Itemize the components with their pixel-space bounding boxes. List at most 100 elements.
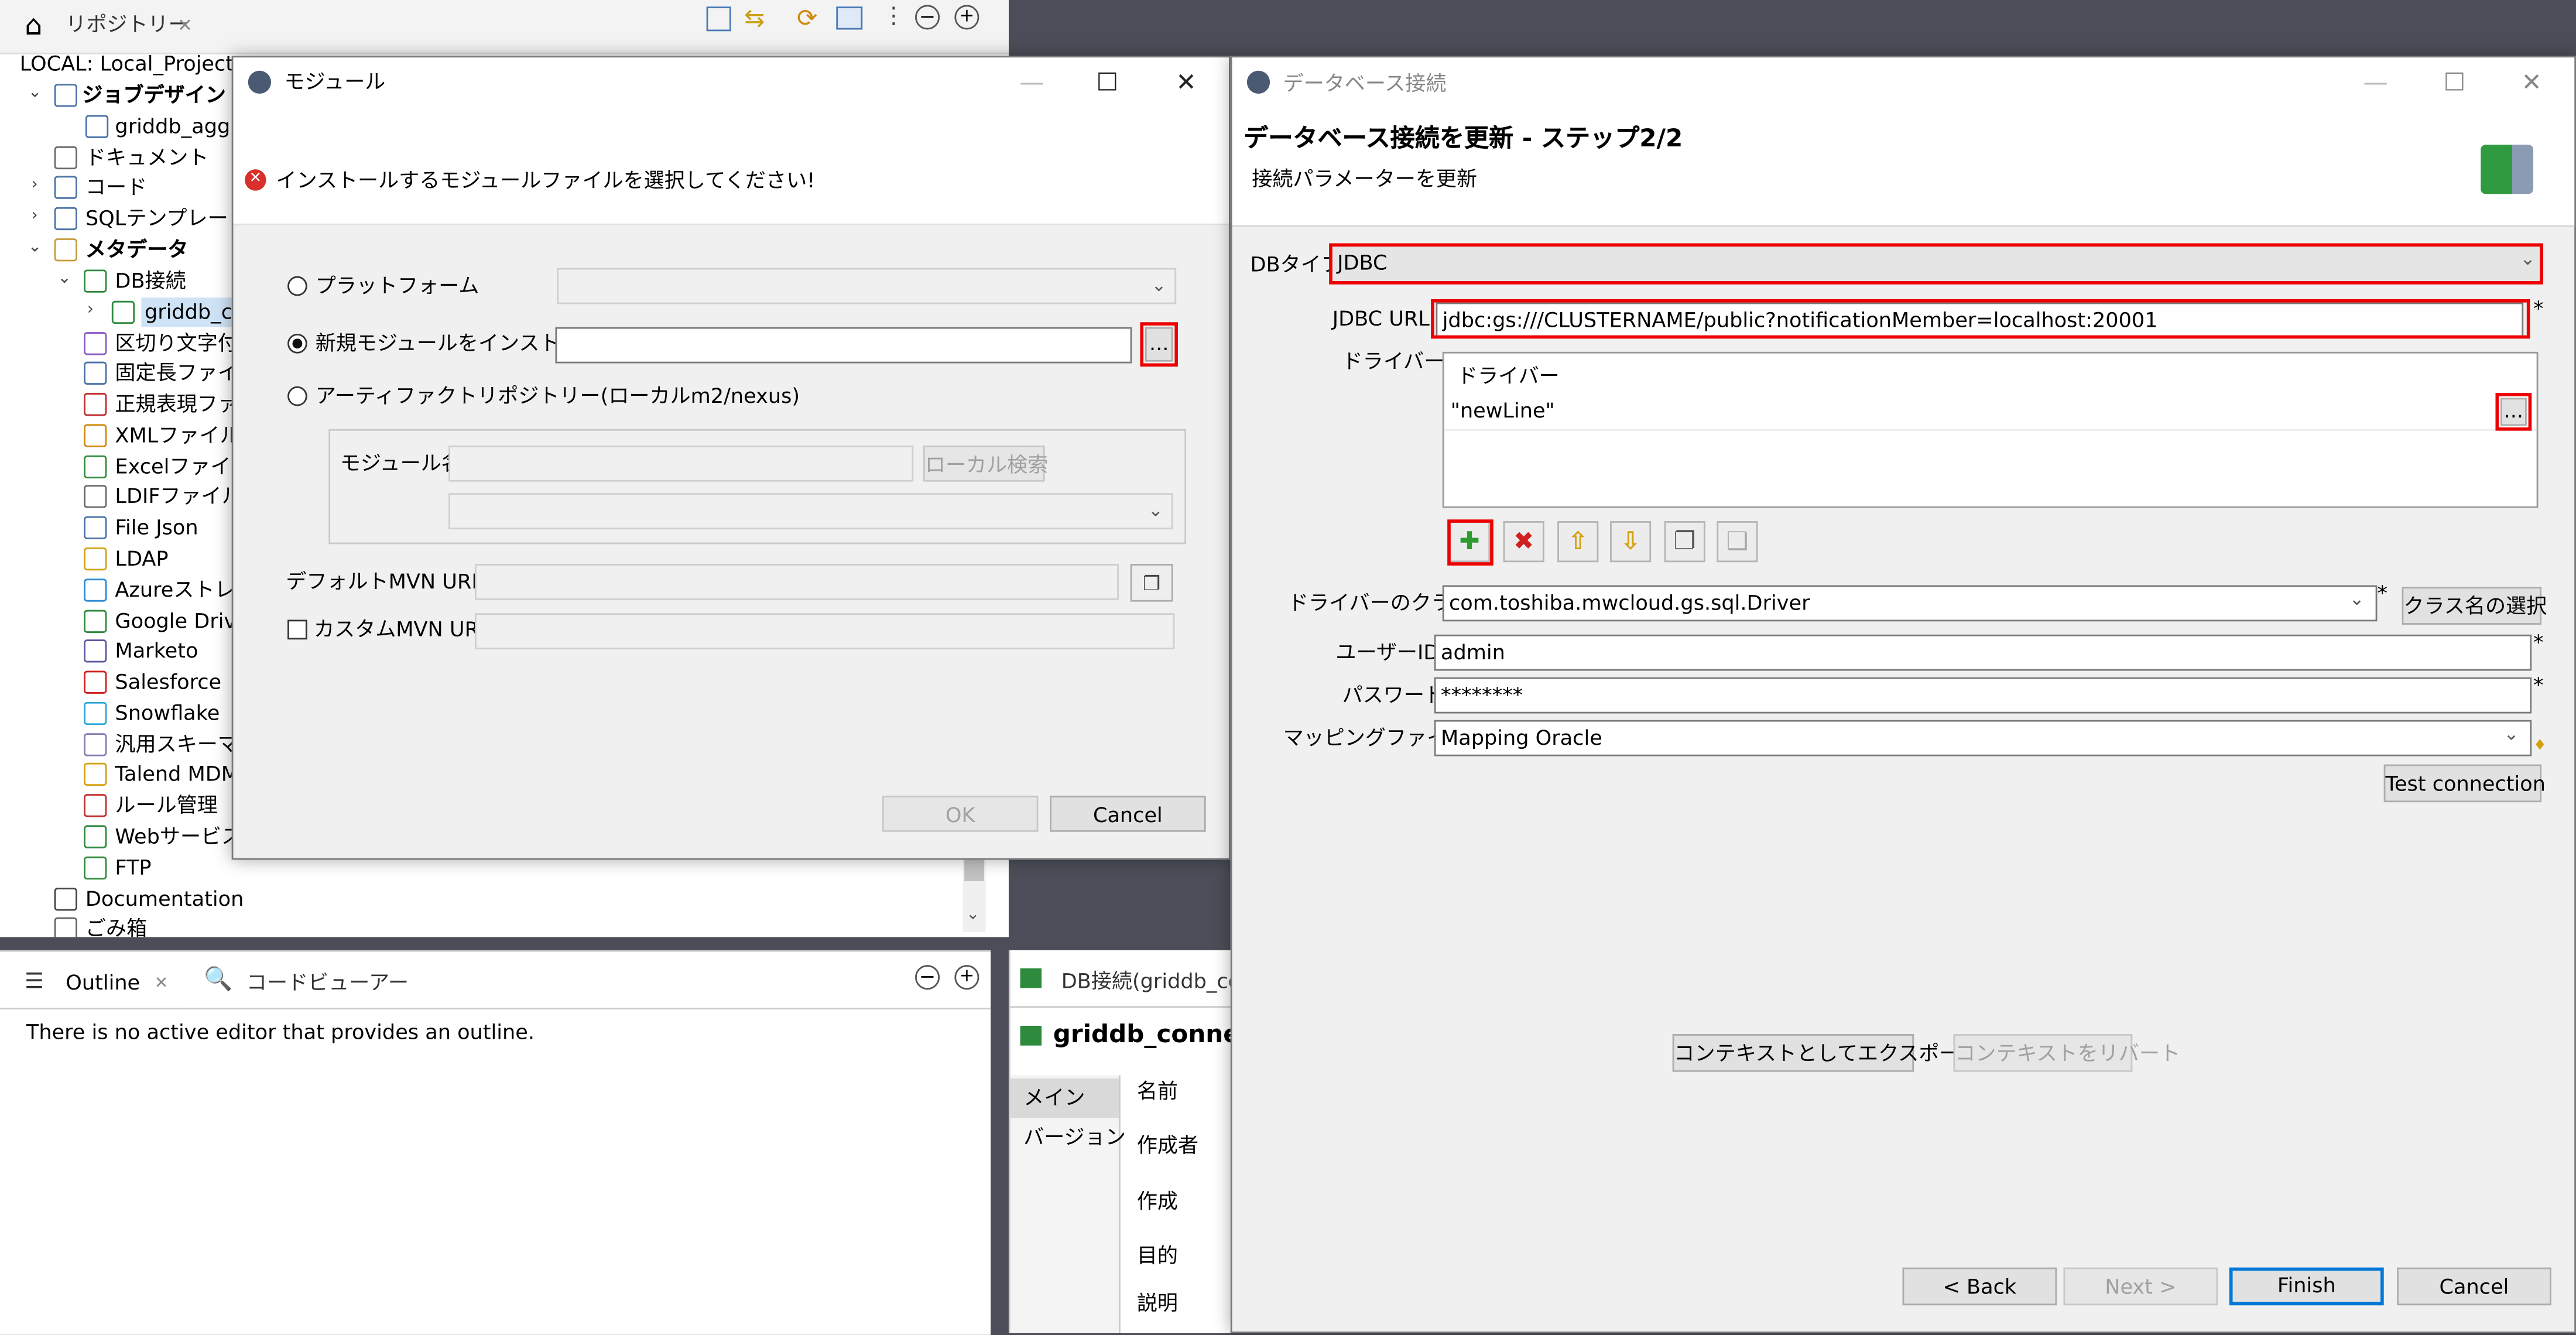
highlight-driver-browse [2495, 393, 2532, 431]
tab-code-viewer[interactable]: コードビューアー [246, 973, 409, 994]
db-connection-dialog: データベース接続 — ☐ ✕ データベース接続を更新 - ステップ2/2 接続パ… [1230, 56, 2576, 1333]
mapping-file-select[interactable]: Mapping Oracle [1434, 720, 2532, 756]
tab-outline[interactable]: ☰ Outline ✕ [16, 961, 184, 1008]
ldif-file-icon [84, 485, 107, 508]
move-up-button[interactable]: ⇧ [1557, 521, 1599, 563]
minimize-window-icon[interactable]: — [2359, 67, 2392, 97]
properties-tab[interactable]: DB接続(griddb_co [1010, 950, 1241, 1008]
move-down-button[interactable]: ⇩ [1609, 521, 1652, 563]
module-dialog-title: モジュール [284, 69, 386, 94]
radio-platform[interactable] [287, 276, 307, 296]
side-tab-main[interactable]: メイン [1010, 1078, 1119, 1118]
export-context-button[interactable]: コンテキストとしてエクスポート [1672, 1034, 1980, 1072]
cancel-button[interactable]: Cancel [2397, 1267, 2551, 1306]
maximize-window-icon[interactable]: ☐ [1091, 67, 1123, 97]
collapse-chevron-icon[interactable]: › [31, 171, 37, 201]
revert-context-button[interactable]: コンテキストをリバート [1953, 1034, 2180, 1072]
tree-item[interactable]: 正規表現ファ [115, 389, 238, 419]
tree-item[interactable]: File Json [115, 513, 198, 543]
close-tab-icon[interactable]: ✕ [155, 975, 169, 993]
properties-panel: DB接続(griddb_co griddb_connect メイン バージョン … [1008, 950, 1266, 1333]
side-tab-version[interactable]: バージョン [1010, 1118, 1126, 1157]
db-dialog-header: データベース接続を更新 - ステップ2/2 接続パラメーターを更新 [1232, 108, 2575, 227]
tree-item[interactable]: コード [85, 173, 147, 203]
cancel-button[interactable]: Cancel [1050, 795, 1206, 832]
copy-mvn-button[interactable]: ❐ [1130, 564, 1173, 602]
radio-artifact-repo[interactable] [287, 386, 307, 406]
default-mvn-input[interactable] [474, 564, 1119, 600]
back-button[interactable]: < Back [1902, 1267, 2057, 1306]
label-platform: プラットフォーム [315, 273, 479, 298]
tree-item[interactable]: メタデータ [85, 235, 188, 265]
tree-item[interactable]: Google Drive [115, 607, 248, 636]
marketo-icon [84, 639, 107, 663]
test-connection-button[interactable]: Test connection [2383, 764, 2546, 803]
close-window-icon[interactable]: ✕ [2515, 67, 2548, 97]
next-button[interactable]: Next > [2063, 1267, 2218, 1306]
local-search-button[interactable]: ローカル検索 [923, 445, 1048, 482]
tree-item[interactable]: Marketo [115, 636, 198, 666]
tree-item[interactable]: FTP [115, 853, 151, 883]
tree-item[interactable]: ドキュメント [85, 143, 209, 173]
copy-driver-button[interactable]: ❐ [1664, 521, 1705, 563]
maximize-view-icon[interactable]: + [954, 965, 979, 990]
generic-schema-icon [84, 733, 107, 756]
collapse-chevron-icon[interactable]: › [87, 296, 94, 326]
positional-file-icon [84, 361, 107, 385]
tree-item[interactable]: Webサービス [115, 822, 242, 852]
warning-icon: ♦ [2533, 738, 2547, 755]
module-version-select[interactable]: ⌄ [448, 493, 1173, 530]
tree-item[interactable]: Snowflake [115, 699, 220, 728]
tree-item[interactable]: Talend MDM [115, 759, 239, 789]
tree-item[interactable]: ルール管理 [115, 790, 217, 820]
maximize-window-icon[interactable]: ☐ [2438, 67, 2471, 97]
module-file-input[interactable] [555, 327, 1132, 364]
tree-item[interactable]: ジョブデザイン [82, 81, 226, 111]
side-tab-version-label: バージョン [1023, 1124, 1126, 1149]
tree-item[interactable]: 汎用スキーマ [115, 730, 238, 760]
job-icon [85, 115, 109, 138]
paste-driver-button[interactable]: ❑ [1717, 521, 1758, 563]
close-window-icon[interactable]: ✕ [1170, 67, 1203, 97]
custom-mvn-checkbox[interactable] [287, 619, 307, 640]
chevron-down-icon: ⌄ [2503, 723, 2519, 745]
tree-item[interactable]: griddb_aggre [115, 112, 251, 142]
expand-chevron-icon[interactable]: ⌄ [28, 234, 42, 263]
tree-item[interactable]: XMLファイル [115, 421, 240, 451]
module-message-area: ✕ インストールするモジュールファイルを選択してください! [233, 107, 1229, 225]
required-mark: * [2377, 580, 2387, 605]
collapse-chevron-icon[interactable]: › [31, 202, 37, 232]
outline-icon: ☰ [25, 970, 44, 995]
expand-chevron-icon[interactable]: ⌄ [28, 79, 42, 109]
minimize-window-icon[interactable]: — [1015, 67, 1048, 97]
finish-button[interactable]: Finish [2229, 1267, 2384, 1306]
custom-mvn-input[interactable] [474, 613, 1175, 650]
db-connection-icon [1020, 968, 1042, 988]
user-id-input[interactable]: admin [1434, 634, 2532, 671]
module-name-input[interactable] [448, 445, 914, 482]
driver-label: ドライバー [1342, 348, 1445, 374]
expand-chevron-icon[interactable]: ⌄ [57, 265, 71, 295]
db-dialog-subheading: 接続パラメーターを更新 [1252, 166, 1478, 191]
select-class-button[interactable]: クラス名の選択 [2402, 587, 2547, 625]
highlight-jdbc-url [1431, 299, 2530, 339]
driver-row[interactable]: "newLine" [1444, 395, 2537, 431]
tree-item[interactable]: 区切り文字付 [115, 329, 238, 359]
tree-item[interactable]: LDAP [115, 544, 168, 574]
tree-item[interactable]: Salesforce [115, 668, 221, 697]
scroll-down-icon[interactable]: ⌄ [966, 906, 980, 924]
db-dialog-window-title: データベース接続 [1283, 70, 1447, 95]
minimize-view-icon[interactable]: − [915, 965, 940, 990]
remove-driver-button[interactable]: ✖ [1503, 521, 1544, 563]
tree-item[interactable]: LDIFファイル [115, 482, 242, 512]
radio-install-new[interactable] [287, 333, 307, 354]
driver-class-select[interactable]: com.toshiba.mwcloud.gs.sql.Driver [1442, 585, 2378, 622]
tree-item[interactable]: Documentation [85, 885, 244, 915]
platform-select[interactable]: ⌄ [557, 268, 1177, 304]
google-drive-icon [84, 610, 107, 633]
tree-item[interactable]: SQLテンプレート [85, 204, 249, 234]
tree-item[interactable]: ごみ箱 [85, 914, 147, 937]
ok-button[interactable]: OK [882, 795, 1039, 832]
password-input[interactable]: ******** [1434, 677, 2532, 714]
tree-item[interactable]: DB接続 [115, 266, 186, 296]
